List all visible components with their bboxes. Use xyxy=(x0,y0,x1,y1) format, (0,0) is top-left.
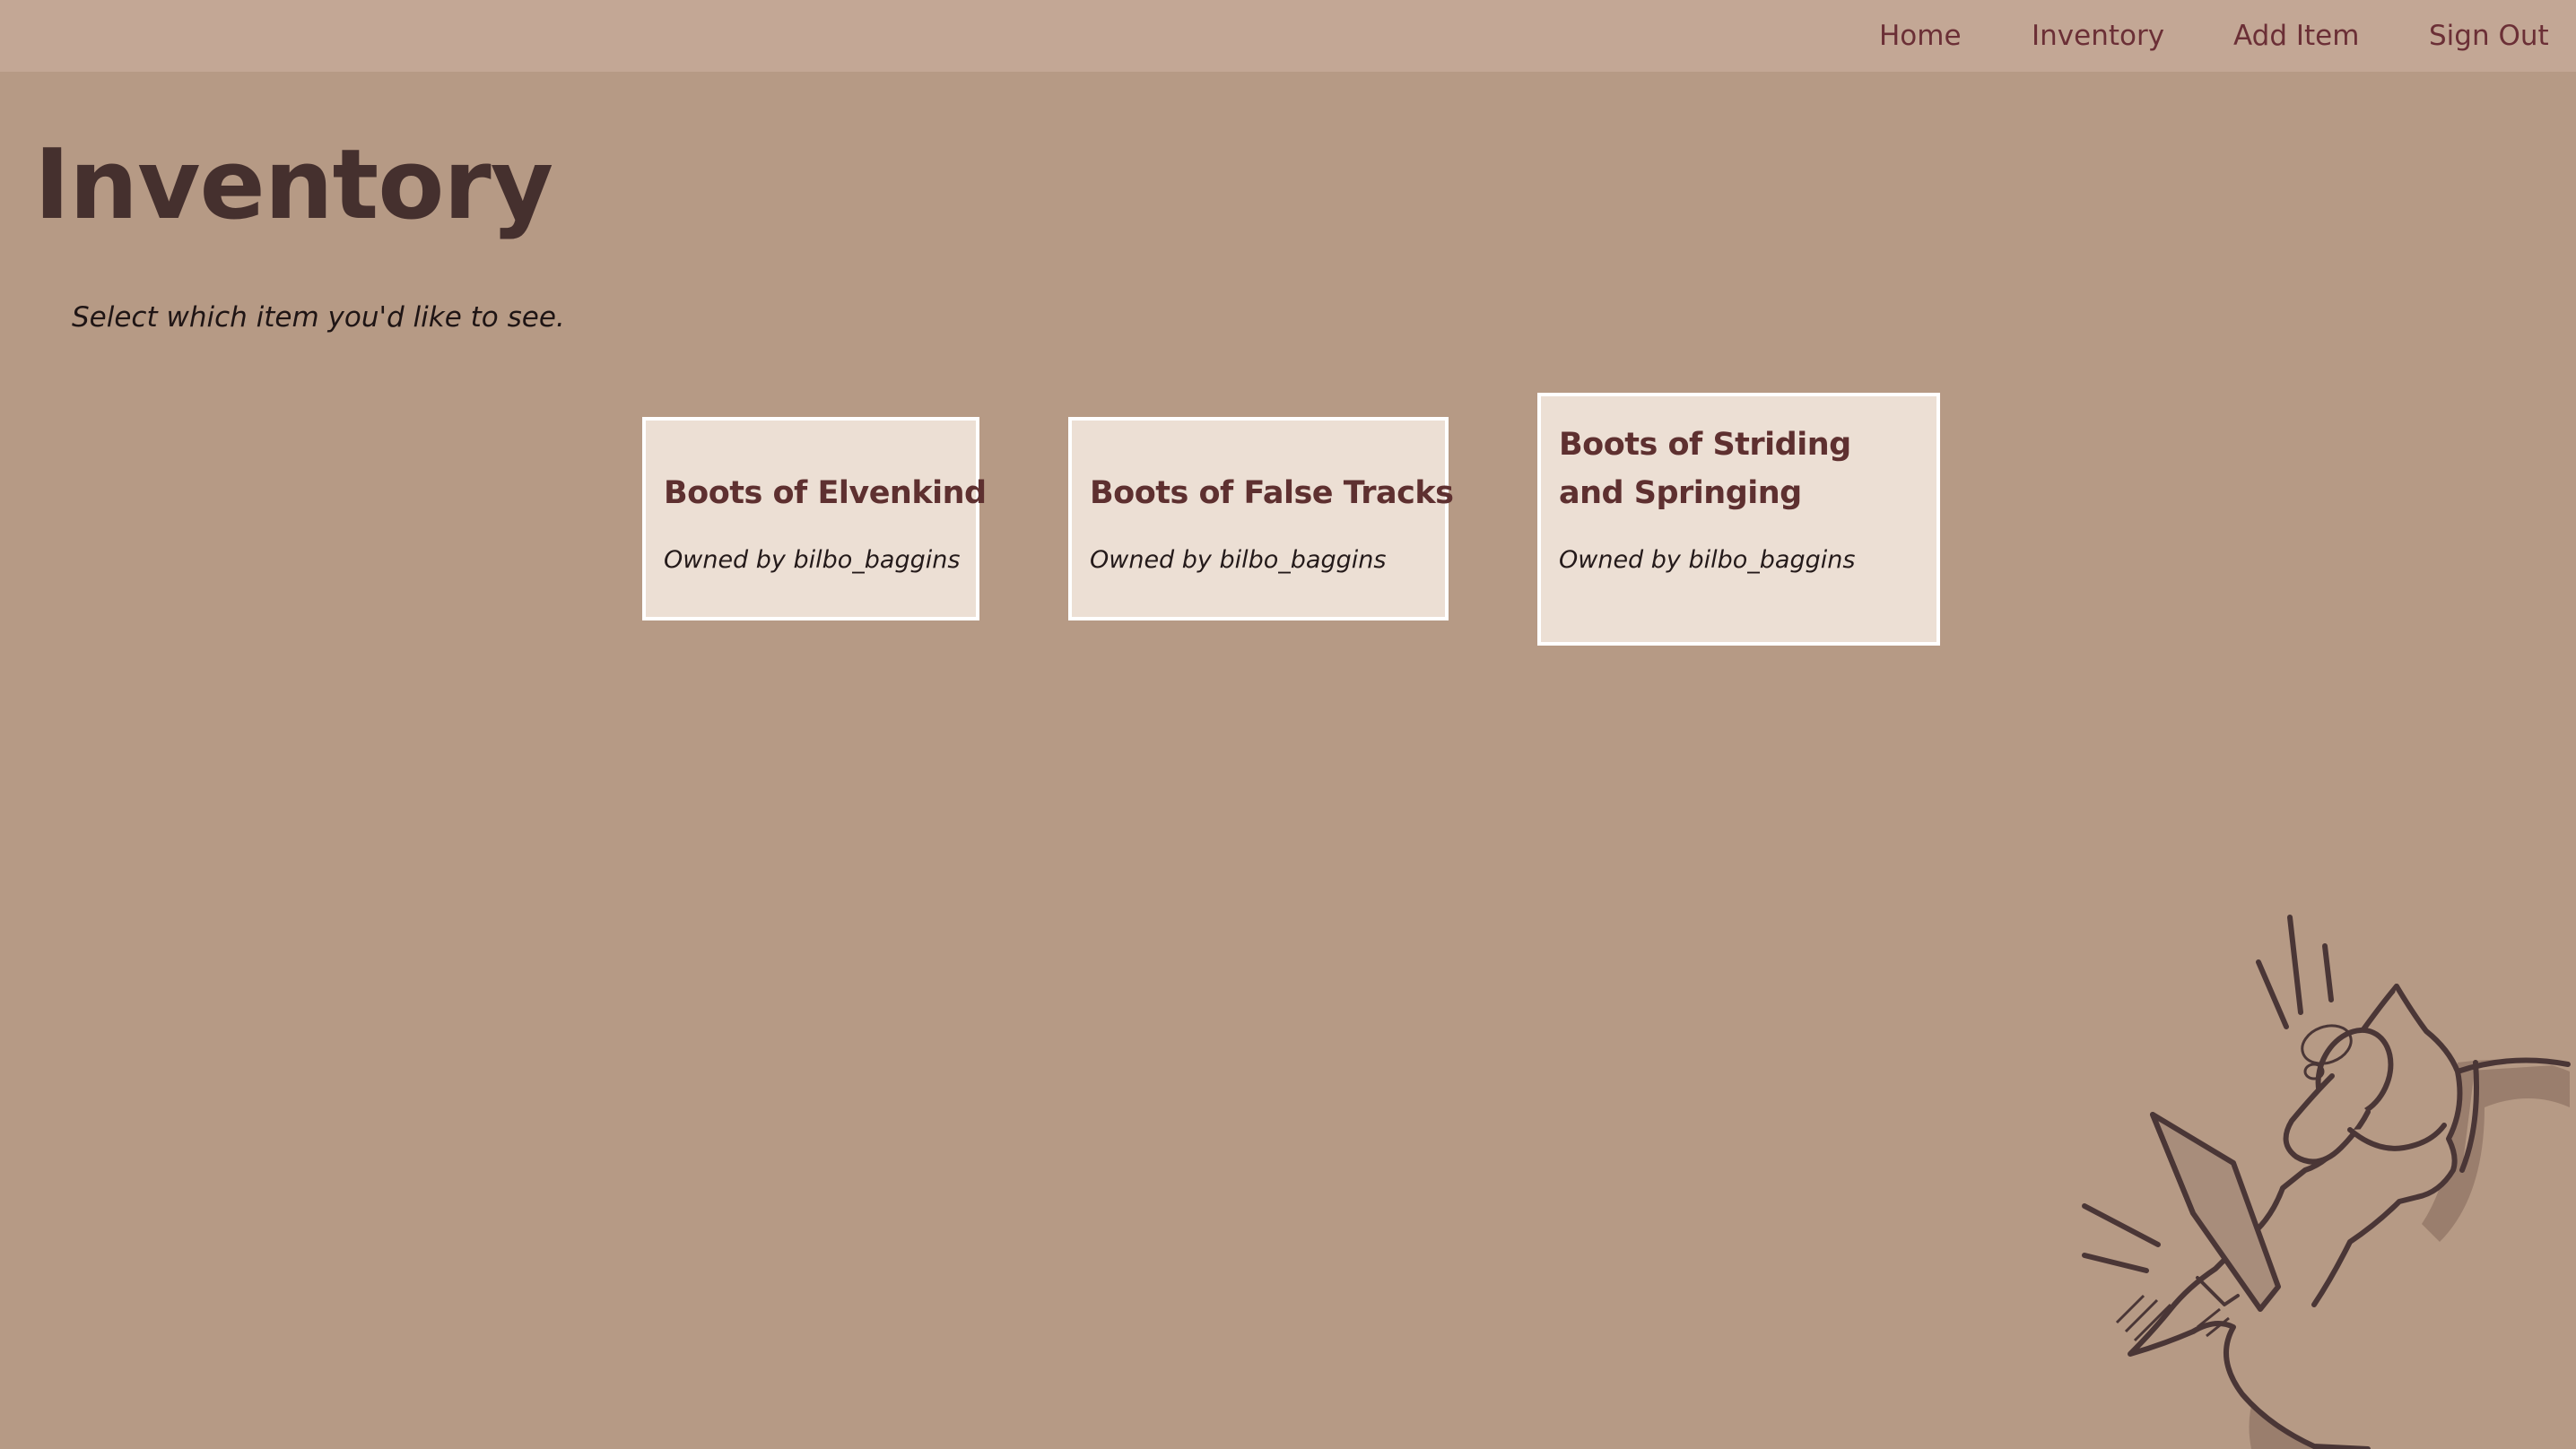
item-card-title: Boots of Striding and Springing xyxy=(1559,427,1851,511)
nav-link-home[interactable]: Home xyxy=(1879,0,1962,72)
top-navbar: Home Inventory Add Item Sign Out xyxy=(0,0,2576,72)
item-card-owner: Owned by bilbo_baggins xyxy=(1090,546,1387,574)
item-card-title: Boots of Elvenkind xyxy=(664,475,987,511)
page-title: Inventory xyxy=(34,129,553,241)
nav-link-add-item[interactable]: Add Item xyxy=(2233,0,2359,72)
page-subtitle: Select which item you'd like to see. xyxy=(72,301,565,334)
nav-link-sign-out[interactable]: Sign Out xyxy=(2429,0,2549,72)
hand-holding-quill-illustration xyxy=(2082,915,2571,1449)
item-card-title: Boots of False Tracks xyxy=(1090,475,1454,511)
item-card-owner: Owned by bilbo_baggins xyxy=(664,546,961,574)
nav-link-inventory[interactable]: Inventory xyxy=(2032,0,2164,72)
item-card-owner: Owned by bilbo_baggins xyxy=(1559,546,1856,574)
item-card[interactable]: Boots of Elvenkind Owned by bilbo_baggin… xyxy=(642,417,987,620)
item-card[interactable]: Boots of False Tracks Owned by bilbo_bag… xyxy=(1068,417,1454,620)
item-card[interactable]: Boots of Striding and Springing Owned by… xyxy=(1537,393,1940,646)
